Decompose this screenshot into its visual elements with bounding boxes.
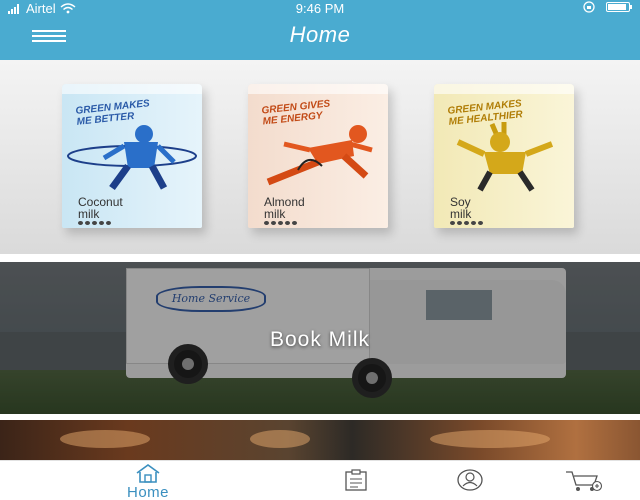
page-title: Home: [289, 22, 351, 47]
next-banner-peek[interactable]: [0, 420, 640, 460]
tab-profile[interactable]: [430, 463, 510, 500]
runner-figure-illustration: [266, 125, 373, 186]
clipboard-icon: [345, 469, 367, 491]
status-bar: Airtel 9:46 PM: [0, 0, 640, 16]
bottom-tab-bar: Home: [0, 460, 640, 500]
carton-almond-milk[interactable]: GREEN GIVES ME ENERGY Almond milk: [248, 84, 388, 228]
product-carousel[interactable]: GREEN MAKES ME BETTER Coconut milk GREEN…: [0, 60, 640, 254]
book-milk-label[interactable]: Book Milk: [0, 328, 640, 352]
tab-home[interactable]: Home: [108, 463, 188, 500]
hula-hoop-figure-illustration: [67, 125, 197, 191]
carton-coconut-milk[interactable]: GREEN MAKES ME BETTER Coconut milk: [62, 84, 202, 228]
tab-cart[interactable]: [544, 463, 624, 500]
carton-icons: [264, 221, 297, 225]
carton-icons: [78, 221, 111, 225]
tab-orders[interactable]: [316, 463, 396, 500]
home-icon: [136, 464, 160, 483]
carton-name: Almond milk: [264, 195, 305, 221]
status-right: [582, 1, 632, 13]
tab-home-label: Home: [126, 484, 169, 500]
carton-soy-milk[interactable]: GREEN MAKES ME HEALTHIER Soy milk: [434, 84, 574, 228]
lock-rotation-icon: [583, 1, 595, 13]
app-header: Airtel 9:46 PM Home: [0, 0, 640, 60]
carton-icons: [450, 221, 483, 225]
battery-icon: [606, 2, 632, 12]
cart-add-icon: [566, 471, 603, 492]
user-profile-icon: [457, 469, 483, 491]
carton-name: Soy milk: [450, 195, 472, 221]
carton-name: Coconut milk: [78, 195, 123, 221]
status-time: 9:46 PM: [295, 1, 345, 16]
rabbit-figure-illustration: [456, 122, 554, 192]
book-milk-banner[interactable]: Home Service Book Milk: [0, 262, 640, 414]
